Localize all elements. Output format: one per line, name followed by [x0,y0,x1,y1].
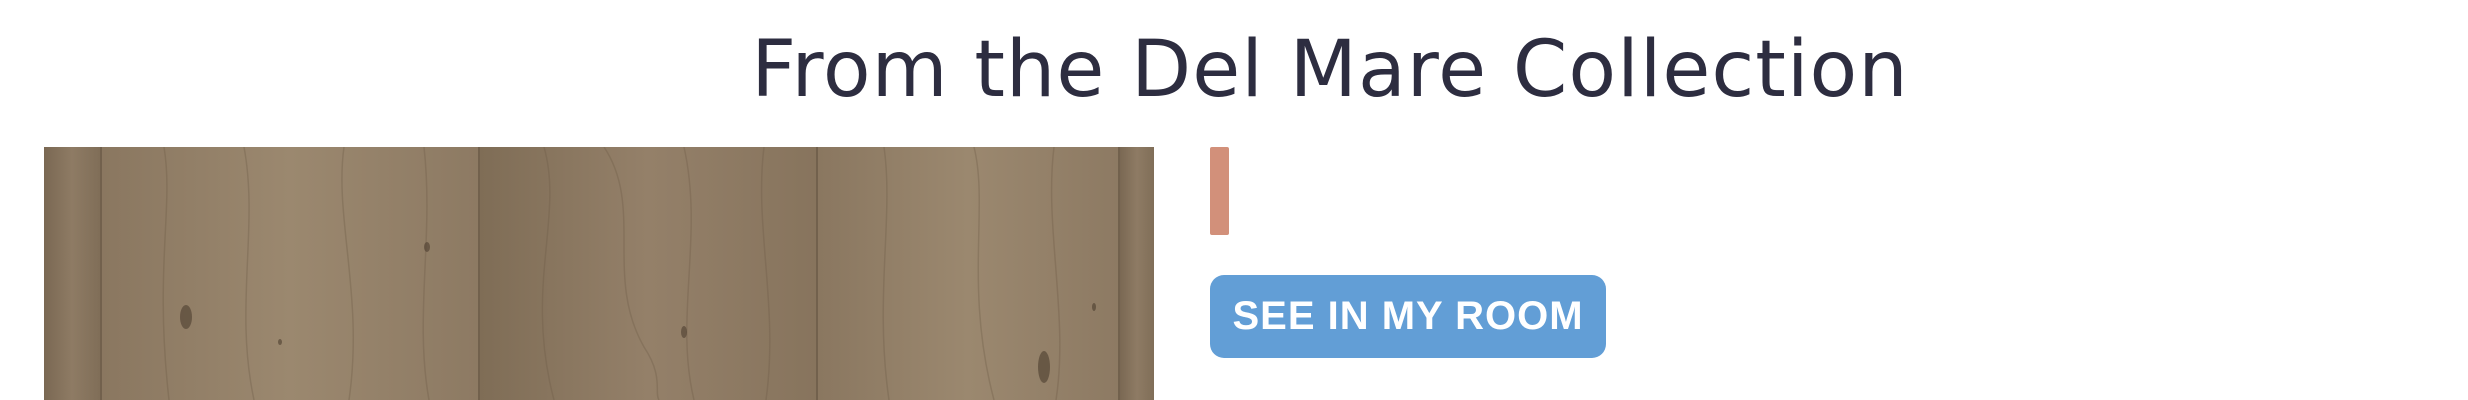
product-collection-section: From the Del Mare Collection SEE IN MY R… [0,0,2468,400]
see-in-my-room-button[interactable]: SEE IN MY ROOM [1210,275,1606,358]
collection-title: From the Del Mare Collection [751,25,1909,115]
accent-bar [1210,147,1229,235]
wood-floor-sample-image [44,147,1154,400]
